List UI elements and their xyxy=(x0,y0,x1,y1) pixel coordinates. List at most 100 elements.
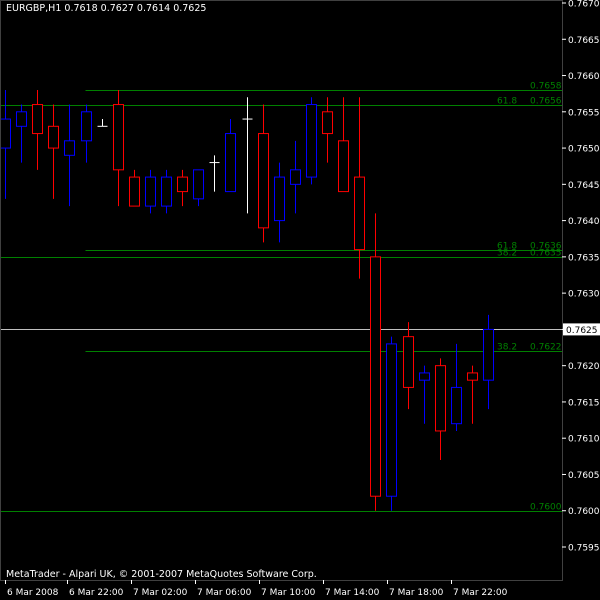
candle-3 xyxy=(48,104,59,199)
x-tick-label-3: 7 Mar 06:00 xyxy=(197,588,252,598)
candle-body-20 xyxy=(322,111,333,135)
fibo-price-label-5: 0.7600 xyxy=(530,503,562,513)
candle-body-21 xyxy=(338,140,349,193)
candle-body-18 xyxy=(290,169,301,185)
y-tick-label-10: 0.7620 xyxy=(568,362,600,372)
candle-8 xyxy=(129,169,140,207)
candle-24 xyxy=(386,336,397,511)
copyright-text: MetaTrader - Alpari UK, © 2001-2007 Meta… xyxy=(6,569,317,580)
chart-header: EURGBP,H1 0.7618 0.7627 0.7614 0.7625 xyxy=(6,3,206,14)
candle-28 xyxy=(451,343,462,431)
candle-6 xyxy=(97,119,108,127)
candle-18 xyxy=(290,140,301,214)
fibo-level-label-1: 61.8 xyxy=(497,97,517,107)
y-tick-label-3: 0.7655 xyxy=(568,108,600,118)
x-tick-label-1: 6 Mar 22:00 xyxy=(69,588,124,598)
candle-body-23 xyxy=(370,256,381,497)
candle-2 xyxy=(32,90,43,170)
candle-25 xyxy=(403,322,414,410)
x-tick-label-6: 7 Mar 18:00 xyxy=(389,588,444,598)
axes: 0.76700.76650.76600.76550.76500.76450.76… xyxy=(0,0,600,598)
x-tick-label-4: 7 Mar 10:00 xyxy=(261,588,316,598)
candle-body-9 xyxy=(145,176,156,207)
y-tick-label-2: 0.7660 xyxy=(568,72,600,82)
fibo-level-label-4: 38.2 xyxy=(497,343,517,353)
candle-body-26 xyxy=(419,372,430,381)
x-tick-label-7: 7 Mar 22:00 xyxy=(453,588,508,598)
candle-4 xyxy=(64,104,75,207)
fibo-price-label-0: 0.7658 xyxy=(530,82,562,92)
y-tick-label-11: 0.7615 xyxy=(568,398,600,408)
candle-body-3 xyxy=(48,125,59,149)
candle-19 xyxy=(306,97,317,185)
candle-12 xyxy=(193,169,204,207)
candle-body-11 xyxy=(177,176,188,193)
candle-29 xyxy=(467,365,478,424)
y-tick-label-4: 0.7650 xyxy=(568,145,600,155)
candles xyxy=(0,90,494,511)
candle-body-10 xyxy=(161,176,172,207)
x-tick-label-5: 7 Mar 14:00 xyxy=(325,588,380,598)
candle-body-0 xyxy=(0,118,11,149)
candle-7 xyxy=(113,90,124,207)
candle-body-4 xyxy=(64,140,75,156)
candle-body-19 xyxy=(306,104,317,178)
fibo-price-label-3: 0.7635 xyxy=(530,249,562,259)
fibo-price-label-4: 0.7622 xyxy=(530,343,562,353)
candle-26 xyxy=(419,365,430,424)
y-tick-label-0: 0.7670 xyxy=(568,0,600,10)
current-price-label: 0.7625 xyxy=(566,326,598,336)
candle-body-16 xyxy=(258,133,269,229)
candle-22 xyxy=(354,97,365,279)
y-tick-label-14: 0.7600 xyxy=(568,507,600,517)
candle-23 xyxy=(370,213,381,511)
candle-5 xyxy=(81,104,92,163)
candle-14 xyxy=(225,119,236,193)
candlestick-chart: 0.765861.8 0.765661.8 0.763638.2 0.763538.2… xyxy=(0,0,600,598)
x-tick-label-0: 6 Mar 2008 xyxy=(7,588,59,598)
fibo-price-label-1: 0.7656 xyxy=(530,97,562,107)
candle-30 xyxy=(483,314,494,410)
candle-13 xyxy=(209,155,220,192)
candle-body-12 xyxy=(193,169,204,200)
y-tick-label-5: 0.7645 xyxy=(568,181,600,191)
candle-body-27 xyxy=(435,365,446,432)
candle-11 xyxy=(177,169,188,207)
candle-body-2 xyxy=(32,104,43,135)
candle-16 xyxy=(258,104,269,243)
ohlc-values: 0.7618 0.7627 0.7614 0.7625 xyxy=(64,3,207,14)
candle-17 xyxy=(274,162,285,243)
candle-21 xyxy=(338,97,349,193)
candle-9 xyxy=(145,169,156,214)
candle-1 xyxy=(16,104,27,163)
y-tick-label-6: 0.7640 xyxy=(568,217,600,227)
candle-body-30 xyxy=(483,328,494,381)
plot-frame xyxy=(0,0,563,581)
candle-body-1 xyxy=(16,111,27,127)
candle-body-14 xyxy=(225,133,236,193)
candle-0 xyxy=(0,90,11,199)
candle-body-5 xyxy=(81,111,92,142)
y-tick-label-12: 0.7610 xyxy=(568,435,600,445)
y-tick-label-1: 0.7665 xyxy=(568,36,600,46)
candle-20 xyxy=(322,97,333,163)
fibo-lines: 0.765861.8 0.765661.8 0.763638.2 0.763538.2… xyxy=(0,82,562,513)
y-tick-label-13: 0.7605 xyxy=(568,471,600,481)
candle-15 xyxy=(242,97,253,214)
y-tick-label-15: 0.7595 xyxy=(568,544,600,554)
y-tick-label-7: 0.7635 xyxy=(568,253,600,263)
y-tick-label-8: 0.7630 xyxy=(568,290,600,300)
candle-body-25 xyxy=(403,336,414,388)
candle-body-24 xyxy=(386,343,397,497)
candle-body-17 xyxy=(274,176,285,222)
candle-10 xyxy=(161,169,172,214)
candle-27 xyxy=(435,358,446,460)
candle-body-7 xyxy=(113,104,124,171)
x-tick-label-2: 7 Mar 02:00 xyxy=(133,588,188,598)
candle-body-29 xyxy=(467,372,478,381)
candle-body-28 xyxy=(451,386,462,425)
symbol-label: EURGBP,H1 xyxy=(6,3,62,14)
candle-body-22 xyxy=(354,176,365,251)
fibo-level-label-3: 38.2 xyxy=(497,249,517,259)
candle-body-8 xyxy=(129,176,140,207)
